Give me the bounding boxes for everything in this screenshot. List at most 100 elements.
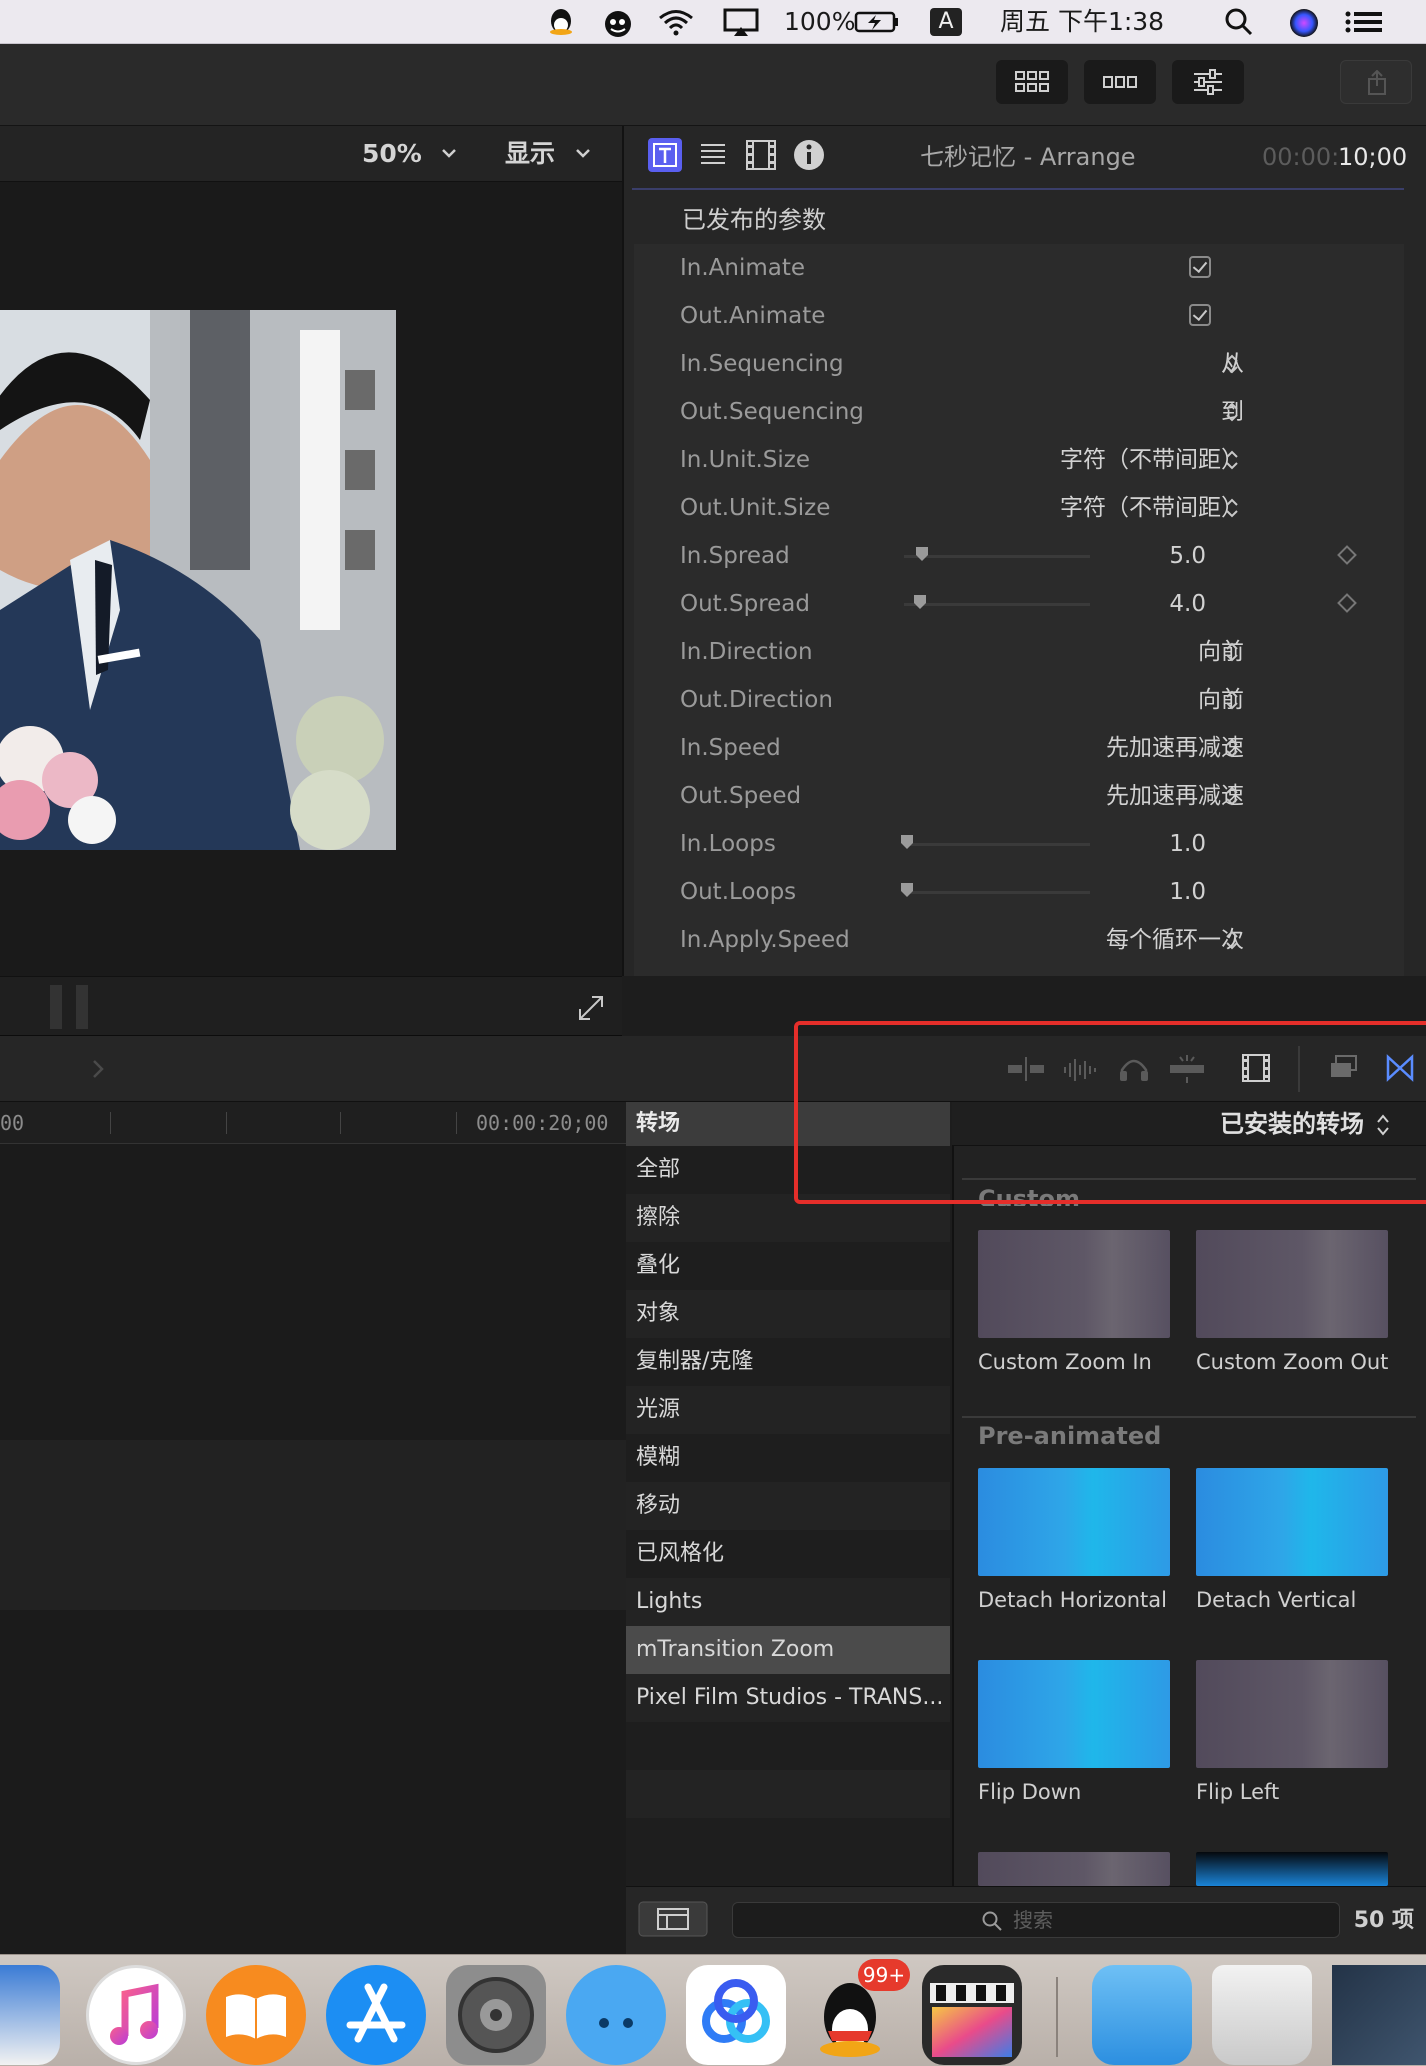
ruler-tick <box>456 1112 457 1134</box>
keyframe-diamond-icon[interactable] <box>1337 545 1357 565</box>
category-item[interactable]: Pixel Film Studios - TRANS... <box>626 1674 950 1722</box>
input-method-indicator[interactable]: A <box>930 8 962 36</box>
param-label: Out.Sequencing <box>680 399 864 425</box>
fullscreen-icon[interactable] <box>576 993 606 1023</box>
param-row: Out.Unit.Size 字符（不带间距） <box>634 484 1404 532</box>
app-toolbar <box>0 44 1426 126</box>
param-label: Out.Animate <box>680 303 826 329</box>
flip-left-thumbnail[interactable] <box>1196 1660 1388 1768</box>
search-field[interactable]: 搜索 <box>732 1902 1340 1938</box>
flip-down-label: Flip Down <box>978 1780 1082 1804</box>
final-cut-pro-dock-icon[interactable] <box>922 1965 1022 2065</box>
annotation-highlight <box>794 1021 1426 1204</box>
param-row: In.Direction 向前 <box>634 628 1404 676</box>
chevron-down-icon[interactable] <box>574 146 592 160</box>
paragraph-tab-icon[interactable] <box>698 140 728 170</box>
app-store-dock-icon[interactable] <box>326 1965 426 2065</box>
param-label: Out.Direction <box>680 687 833 713</box>
param-checkbox[interactable] <box>1189 304 1211 326</box>
menu-clock[interactable]: 周五 下午1:38 <box>1000 0 1164 44</box>
param-slider-value[interactable]: 1.0 <box>1116 868 1206 916</box>
books-dock-icon[interactable] <box>206 1965 306 2065</box>
category-item[interactable]: Lights <box>626 1578 950 1626</box>
playhead-bar <box>76 985 88 1029</box>
baidu-netdisk-dock-icon[interactable] <box>686 1965 786 2065</box>
keynote-dock-icon[interactable] <box>0 1965 60 2065</box>
timeline-panel[interactable] <box>0 1102 626 1954</box>
desktop-stack-dock-icon[interactable] <box>1332 1965 1426 2065</box>
chevron-down-icon[interactable] <box>440 146 458 160</box>
updown-chevron-icon[interactable] <box>1224 784 1240 812</box>
category-item[interactable]: 复制器/克隆 <box>626 1338 950 1386</box>
custom-zoom-in-label: Custom Zoom In <box>978 1350 1152 1374</box>
browser-view-button[interactable] <box>996 60 1068 104</box>
timeline-view-button[interactable] <box>1084 60 1156 104</box>
detach-horizontal-thumbnail[interactable] <box>978 1468 1170 1576</box>
category-empty-row <box>626 1818 950 1866</box>
text-inspector-tab[interactable] <box>648 138 682 172</box>
param-label: Out.Loops <box>680 879 797 905</box>
ruler-label-left: 00 <box>0 1111 25 1135</box>
music-dock-icon[interactable] <box>86 1965 186 2065</box>
param-slider-value[interactable]: 5.0 <box>1116 532 1206 580</box>
grid-icon <box>1015 71 1049 92</box>
qq-dock-icon[interactable]: 99+ <box>806 1959 910 2065</box>
updown-chevron-icon[interactable] <box>1224 688 1240 716</box>
param-label: In.Spread <box>680 543 790 569</box>
updown-chevron-icon[interactable] <box>1224 448 1240 476</box>
detach-vertical-thumbnail[interactable] <box>1196 1468 1388 1576</box>
param-popup-value[interactable]: 字符（不带间距） <box>1060 484 1244 532</box>
keyframe-diamond-icon[interactable] <box>1337 593 1357 613</box>
updown-chevron-icon[interactable] <box>1224 496 1240 524</box>
custom-zoom-in-thumbnail[interactable] <box>978 1230 1170 1338</box>
param-slider-track[interactable] <box>904 603 1090 606</box>
param-slider-knob[interactable] <box>915 546 929 562</box>
param-popup-value[interactable]: 字符（不带间距） <box>1060 436 1244 484</box>
param-row: Out.Spread 4.0 <box>634 580 1404 628</box>
updown-chevron-icon[interactable] <box>1224 928 1240 956</box>
chevron-right-icon[interactable] <box>90 1058 106 1080</box>
param-slider-knob[interactable] <box>900 834 914 850</box>
param-slider-knob[interactable] <box>913 594 927 610</box>
viewer-header: 50% 显示 <box>0 126 622 182</box>
messenger-dock-icon[interactable] <box>566 1965 666 2065</box>
ruler-tick <box>110 1112 111 1134</box>
category-item[interactable]: 对象 <box>626 1290 950 1338</box>
system-preferences-dock-icon[interactable] <box>446 1965 546 2065</box>
custom-zoom-out-thumbnail[interactable] <box>1196 1230 1388 1338</box>
inspector-toggle-button[interactable] <box>1172 60 1244 104</box>
zoom-level[interactable]: 50% <box>362 126 422 182</box>
trash-dock-icon[interactable] <box>1212 1965 1312 2065</box>
param-slider-knob[interactable] <box>900 882 914 898</box>
category-item[interactable]: 模糊 <box>626 1434 950 1482</box>
param-slider-track[interactable] <box>904 843 1090 846</box>
share-button[interactable] <box>1340 60 1412 104</box>
param-label: Out.Spread <box>680 591 811 617</box>
category-item[interactable]: mTransition Zoom <box>626 1626 950 1674</box>
flip-left-label: Flip Left <box>1196 1780 1280 1804</box>
updown-chevron-icon[interactable] <box>1224 640 1240 668</box>
category-item[interactable]: 光源 <box>626 1386 950 1434</box>
param-checkbox[interactable] <box>1189 256 1211 278</box>
info-tab-icon[interactable] <box>792 138 826 172</box>
video-inspector-tab-icon[interactable] <box>744 138 778 172</box>
updown-chevron-icon[interactable] <box>1224 736 1240 764</box>
updown-chevron-icon[interactable] <box>1224 400 1240 428</box>
param-slider-value[interactable]: 4.0 <box>1116 580 1206 628</box>
transition-thumbnail[interactable] <box>1196 1852 1388 1886</box>
updown-chevron-icon[interactable] <box>1224 352 1240 380</box>
category-empty-row <box>626 1770 950 1818</box>
downloads-folder-dock-icon[interactable] <box>1092 1965 1192 2065</box>
sidebar-toggle-icon[interactable] <box>638 1901 708 1937</box>
display-menu[interactable]: 显示 <box>505 126 555 182</box>
param-slider-track[interactable] <box>904 555 1090 558</box>
category-item[interactable]: 移动 <box>626 1482 950 1530</box>
param-slider-track[interactable] <box>904 891 1090 894</box>
category-item[interactable]: 叠化 <box>626 1242 950 1290</box>
transition-thumbnail[interactable] <box>978 1852 1170 1886</box>
param-slider-value[interactable]: 1.0 <box>1116 820 1206 868</box>
category-item[interactable]: 已风格化 <box>626 1530 950 1578</box>
param-row: In.Spread 5.0 <box>634 532 1404 580</box>
flip-down-thumbnail[interactable] <box>978 1660 1170 1768</box>
timeline-track <box>0 1440 626 1610</box>
